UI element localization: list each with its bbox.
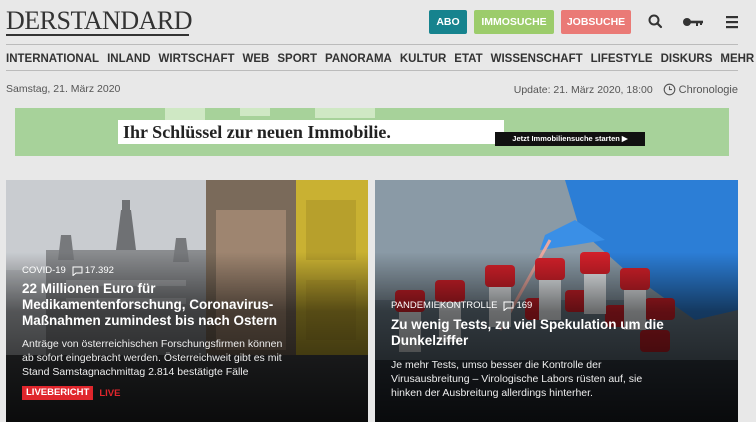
section-nav: INTERNATIONAL INLAND WIRTSCHAFT WEB SPOR… [6, 50, 756, 68]
comment-count[interactable]: 17.392 [72, 265, 114, 276]
article-teaser: Je mehr Tests, umso besser die Kontrolle… [391, 358, 642, 400]
divider [6, 70, 738, 71]
jobsuche-button[interactable]: JOBSUCHE [561, 10, 631, 34]
current-date: Samstag, 21. März 2020 [6, 83, 121, 95]
update-time: Update: 21. März 2020, 18:00 [513, 83, 653, 96]
headline-line: Dunkelziffer [391, 333, 469, 348]
clock-icon [663, 83, 676, 96]
article-card-tests[interactable]: PANDEMIEKONTROLLE 169 Zu wenig Tests, zu… [375, 180, 738, 422]
nav-item-etat[interactable]: ETAT [454, 50, 482, 68]
nav-item-wissenschaft[interactable]: WISSENSCHAFT [491, 50, 583, 68]
ad-decoration [240, 108, 270, 116]
headline-line: Maßnahmen zumindest bis nach Ostern [22, 313, 278, 328]
teaser-line: Je mehr Tests, umso besser die Kontrolle… [391, 359, 602, 371]
search-icon[interactable] [645, 12, 667, 32]
article-meta: PANDEMIEKONTROLLE 169 [391, 300, 532, 311]
ad-decoration [165, 108, 205, 120]
menu-icon[interactable] [722, 12, 744, 32]
teaser-line: Stand Samstagnachmittag 2.814 bestätigte… [22, 366, 249, 378]
nav-item-lifestyle[interactable]: LIFESTYLE [591, 50, 653, 68]
article-card-covid[interactable]: COVID-19 17.392 22 Millionen Euro für Me… [6, 180, 368, 422]
key-icon[interactable] [681, 12, 705, 32]
comment-count-value: 17.392 [84, 265, 114, 276]
teaser-line: Virusausbreitung – Virologische Labors r… [391, 373, 643, 385]
nav-item-kultur[interactable]: KULTUR [400, 50, 446, 68]
comment-icon [503, 301, 514, 311]
article-kicker[interactable]: COVID-19 [22, 265, 66, 276]
article-kicker[interactable]: PANDEMIEKONTROLLE [391, 300, 497, 311]
divider [6, 44, 738, 45]
headline-line: 22 Millionen Euro für [22, 281, 156, 296]
nav-item-panorama[interactable]: PANORAMA [325, 50, 392, 68]
article-headline[interactable]: 22 Millionen Euro für Medikamentenforsch… [22, 281, 277, 329]
article-teaser: Anträge von österreichischen Forschungsf… [22, 337, 282, 379]
headline-line: Zu wenig Tests, zu viel Spekulation um d… [391, 317, 664, 332]
teaser-line: hinken der Ausbreitung allerdings hinter… [391, 387, 593, 399]
nav-item-diskurs[interactable]: DISKURS [661, 50, 713, 68]
nav-item-sport[interactable]: SPORT [277, 50, 317, 68]
logo-underline [6, 34, 189, 36]
chronologie-link[interactable]: Chronologie [679, 84, 738, 96]
livebericht-badge: LIVEBERICHT [22, 386, 94, 400]
ad-headline: Ihr Schlüssel zur neuen Immobilie. [123, 122, 391, 142]
date-bar: Samstag, 21. März 2020 Update: 21. März … [6, 83, 738, 97]
headline-line: Medikamentenforschung, Coronavirus- [22, 297, 274, 312]
ad-decoration [315, 108, 375, 118]
teaser-line: ab sofort eingebracht werden. Österreich… [22, 352, 282, 364]
top-bar: DERSTANDARD ABO IMMOSUCHE JOBSUCHE [0, 0, 756, 44]
comment-count[interactable]: 169 [503, 300, 532, 311]
immosuche-button[interactable]: IMMOSUCHE [474, 10, 554, 34]
nav-item-inland[interactable]: INLAND [107, 50, 150, 68]
nav-item-mehr[interactable]: MEHR … [720, 50, 756, 68]
live-indicator: LIVEBERICHT LIVE [22, 386, 120, 400]
update-info: Update: 21. März 2020, 18:00 Chronologie [514, 83, 738, 96]
live-label: LIVE [99, 387, 121, 399]
abo-button[interactable]: ABO [429, 10, 467, 34]
comment-icon [72, 266, 83, 276]
article-headline[interactable]: Zu wenig Tests, zu viel Spekulation um d… [391, 317, 664, 349]
site-logo[interactable]: DERSTANDARD [6, 8, 192, 34]
ad-cta-button[interactable]: Jetzt Immobiliensuche starten ▶ [495, 132, 645, 146]
comment-count-value: 169 [516, 300, 533, 311]
nav-item-wirtschaft[interactable]: WIRTSCHAFT [159, 50, 235, 68]
article-meta: COVID-19 17.392 [22, 265, 114, 276]
nav-item-international[interactable]: INTERNATIONAL [6, 50, 99, 68]
ad-banner[interactable]: Ihr Schlüssel zur neuen Immobilie. Jetzt… [15, 108, 729, 156]
teaser-line: Anträge von österreichischen Forschungsf… [22, 338, 283, 350]
nav-item-web[interactable]: WEB [243, 50, 270, 68]
